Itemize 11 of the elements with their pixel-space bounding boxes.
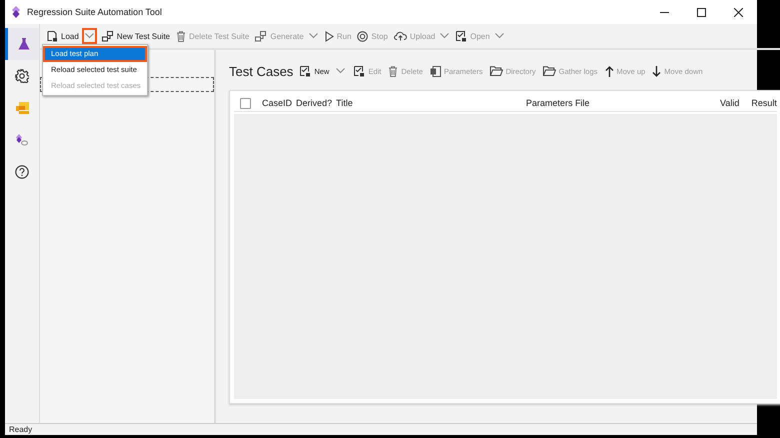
section-title: Test Cases xyxy=(229,64,294,78)
column-header[interactable]: Title xyxy=(336,98,522,108)
column-header[interactable]: Derived? xyxy=(296,98,332,108)
column-header[interactable]: CaseID xyxy=(262,98,292,108)
status-text: Ready xyxy=(5,423,757,435)
window-title: Regression Suite Automation Tool xyxy=(27,7,163,17)
column-header[interactable]: Parameters File xyxy=(526,98,716,108)
toolbar-button[interactable]: New Test Suite xyxy=(98,28,174,44)
toolbar-button[interactable]: Load xyxy=(44,28,82,44)
column-header[interactable]: Result xyxy=(751,98,777,108)
column-header[interactable]: Valid xyxy=(720,98,740,108)
